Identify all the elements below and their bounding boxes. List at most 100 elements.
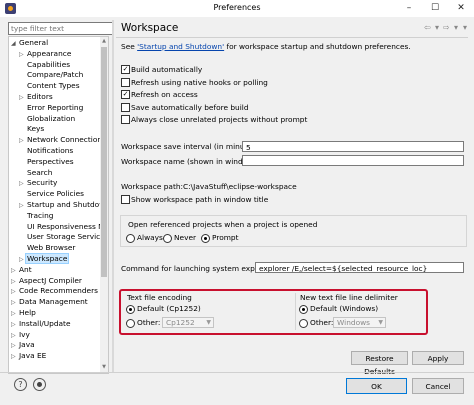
collapsed-arrow-icon[interactable]: ▷ <box>11 331 19 341</box>
tree-item[interactable]: ▷ Startup and Shutdown <box>19 200 101 211</box>
collapsed-arrow-icon[interactable]: ▷ <box>11 266 19 276</box>
view-menu-icon[interactable]: ▾ <box>463 23 467 32</box>
tree-item-label: Notifications <box>27 146 74 155</box>
tree-scrollbar[interactable]: ▲ ▼ <box>100 36 109 374</box>
minimize-button[interactable]: – <box>396 0 422 17</box>
collapsed-arrow-icon[interactable]: ▷ <box>19 201 27 211</box>
tree-item[interactable]: ◢ General <box>11 38 48 48</box>
tree-item-label: Editors <box>27 92 53 101</box>
option-label: Build automatically <box>131 65 203 74</box>
tree-item[interactable]: Service Policies <box>19 189 84 199</box>
option-label: Refresh using native hooks or polling <box>131 77 268 87</box>
tree-item[interactable]: ▷ Workspace <box>19 253 70 264</box>
option-checkbox[interactable] <box>121 115 130 124</box>
option-checkbox[interactable]: ✓ <box>121 65 130 74</box>
tree-item[interactable]: Search <box>19 168 52 178</box>
tree-item-label: Java <box>19 340 35 350</box>
collapsed-arrow-icon[interactable]: ▷ <box>11 298 19 308</box>
tree-item[interactable]: ▷ Help <box>11 308 36 318</box>
tree-item-label: AspectJ Compiler <box>19 275 82 285</box>
cancel-button[interactable]: Cancel <box>412 378 464 394</box>
ok-button[interactable]: OK <box>346 378 407 394</box>
option-checkbox[interactable] <box>121 77 130 87</box>
tree-item[interactable]: Keys <box>19 124 44 134</box>
tree-item[interactable]: ▷ Ant <box>11 265 32 275</box>
collapsed-arrow-icon[interactable]: ▷ <box>11 352 19 362</box>
collapsed-arrow-icon[interactable]: ▷ <box>19 136 27 146</box>
expanded-arrow-icon[interactable]: ◢ <box>11 39 19 49</box>
close-button[interactable]: ✕ <box>448 0 474 17</box>
tree-item[interactable]: Globalization <box>19 114 75 124</box>
collapsed-arrow-icon[interactable]: ▷ <box>11 320 19 330</box>
tree-item-label: Security <box>27 178 58 188</box>
import-export-icon[interactable] <box>33 378 46 391</box>
forward-dropdown-icon[interactable]: ▾ <box>454 23 458 32</box>
tree-item[interactable]: ▷ Data Management <box>11 297 88 307</box>
tree-item[interactable]: Capabilities <box>19 60 70 70</box>
always-radio[interactable] <box>126 234 135 243</box>
tree-item[interactable]: ▷ Code Recommenders <box>11 286 98 296</box>
collapsed-arrow-icon[interactable]: ▷ <box>19 179 27 189</box>
show-path-checkbox[interactable] <box>121 195 130 204</box>
tree-item[interactable]: ▷ Appearance <box>19 49 71 59</box>
tree-item[interactable]: ▷ Java EE <box>11 351 46 361</box>
scroll-down-arrow[interactable]: ▼ <box>101 364 107 370</box>
prompt-radio[interactable] <box>201 234 210 243</box>
back-arrow-icon[interactable]: ⇦ <box>424 23 431 32</box>
never-radio[interactable] <box>163 234 172 243</box>
startup-shutdown-link[interactable]: 'Startup and Shutdown' <box>137 42 224 51</box>
explorer-command-input[interactable]: explorer /E,/select=${selected_resource_… <box>255 262 464 273</box>
open-referenced-title: Open referenced projects when a project … <box>128 220 318 229</box>
collapsed-arrow-icon[interactable]: ▷ <box>19 93 27 103</box>
option-label: Refresh on access <box>131 90 198 99</box>
option-checkbox[interactable]: ✓ <box>121 90 130 99</box>
tree-item[interactable]: ▷ Security <box>19 178 57 188</box>
tree-item[interactable]: User Storage Service <box>19 232 101 242</box>
tree-item[interactable]: ▷ AspectJ Compiler <box>11 276 82 286</box>
collapsed-arrow-icon[interactable]: ▷ <box>11 309 19 319</box>
workspace-name-input[interactable] <box>242 155 464 166</box>
preferences-window: Preferences – ☐ ✕ ◢General▷AppearanceCap… <box>0 0 474 405</box>
help-icon[interactable]: ? <box>14 378 27 391</box>
tree-item[interactable]: Tracing <box>19 211 54 221</box>
back-dropdown-icon[interactable]: ▾ <box>435 23 439 32</box>
never-label: Never <box>174 233 197 242</box>
tree-item-label: Ant <box>19 264 32 274</box>
tree-item[interactable]: UI Responsiveness M <box>19 222 101 232</box>
scroll-up-arrow[interactable]: ▲ <box>101 38 107 44</box>
tree-item[interactable]: ▷ Network Connection <box>19 135 101 146</box>
tree-item[interactable]: ▷ Install/Update <box>11 319 71 329</box>
option-label: Always close unrelated projects without … <box>131 115 308 124</box>
collapsed-arrow-icon[interactable]: ▷ <box>11 287 19 297</box>
forward-arrow-icon[interactable]: ⇨ <box>443 23 450 32</box>
preferences-tree: ◢ General ▷ Appearance Capabilities Compare/P… <box>8 36 102 374</box>
collapsed-arrow-icon[interactable]: ▷ <box>19 50 27 60</box>
tree-item[interactable]: Notifications <box>19 146 73 156</box>
save-interval-input[interactable]: 5 <box>242 141 464 152</box>
tree-item-label: Capabilities <box>27 59 71 69</box>
pane-divider[interactable] <box>112 20 114 372</box>
tree-item[interactable]: Compare/Patch <box>19 70 83 80</box>
collapsed-arrow-icon[interactable]: ▷ <box>11 341 19 351</box>
tree-item-label: Data Management <box>19 297 88 307</box>
tree-item-label: Workspace <box>25 253 70 264</box>
collapsed-arrow-icon[interactable]: ▷ <box>11 277 19 287</box>
tree-item[interactable]: Web Browser <box>19 243 75 253</box>
title-bar: Preferences – ☐ ✕ <box>0 0 474 17</box>
option-label: Save automatically before build <box>131 102 249 112</box>
tree-item-label: General <box>19 38 49 47</box>
option-checkbox[interactable] <box>121 102 130 112</box>
filter-input[interactable] <box>8 22 114 35</box>
tree-item[interactable]: ▷ Editors <box>19 92 53 102</box>
tree-item-label: Java EE <box>19 351 47 361</box>
tree-item[interactable]: Content Types <box>19 81 80 91</box>
tree-item[interactable]: Perspectives <box>19 157 74 167</box>
scroll-thumb[interactable] <box>101 47 107 277</box>
tree-item-label: Globalization <box>27 113 76 123</box>
tree-item[interactable]: ▷ Ivy <box>11 330 30 340</box>
restore-defaults-button[interactable]: Restore Defaults <box>351 351 408 376</box>
tree-item[interactable]: Error Reporting <box>19 103 83 113</box>
tree-item[interactable]: ▷ Java <box>11 340 35 350</box>
apply-button[interactable]: Apply <box>412 351 464 365</box>
maximize-button[interactable]: ☐ <box>422 0 448 17</box>
